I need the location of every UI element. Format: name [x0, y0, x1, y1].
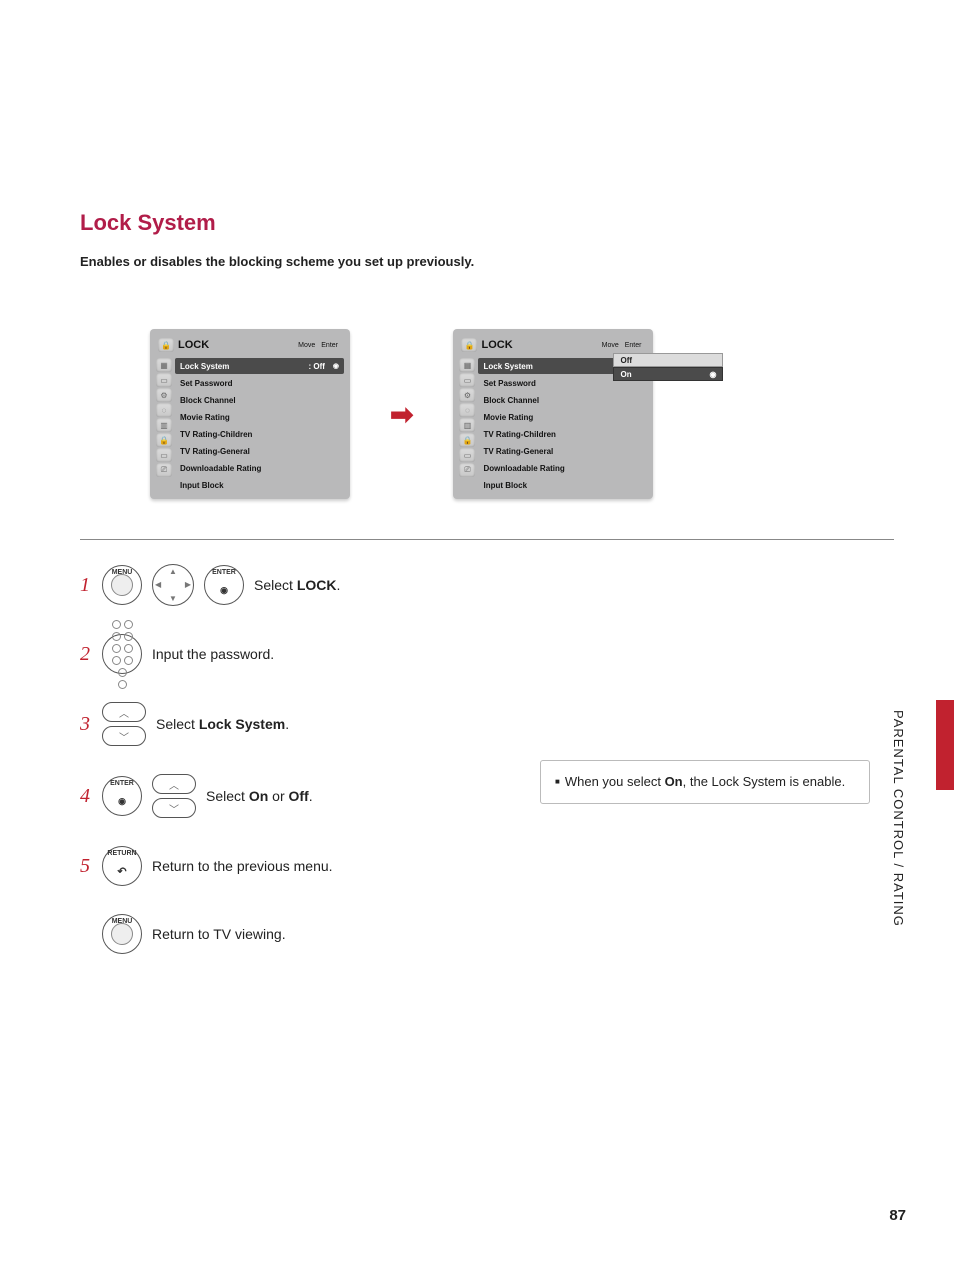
osd-item[interactable]: Input Block — [175, 477, 344, 493]
menu-icon: ▭ — [459, 448, 475, 462]
menu-icon: ◌ — [156, 403, 172, 417]
step-text: Return to TV viewing. — [152, 926, 286, 942]
osd-header-title: LOCK — [178, 339, 209, 351]
menu-icon: 🔒 — [459, 433, 475, 447]
section-divider — [80, 539, 894, 540]
step-text: Select Lock System. — [156, 716, 289, 732]
menu-icon: ⎚ — [459, 463, 475, 477]
number-keypad-button[interactable] — [102, 634, 142, 674]
osd-hint-enter: Enter — [625, 342, 642, 349]
osd-hint-enter: Enter — [321, 342, 338, 349]
osd-item[interactable]: Movie Rating — [175, 409, 344, 425]
menu-icon: ▦ — [459, 358, 475, 372]
arrow-right-icon: ➡ — [390, 398, 413, 431]
osd-item-lock-system[interactable]: Lock System : Off ◉ — [175, 358, 344, 374]
menu-icon: 🔒 — [156, 433, 172, 447]
steps-list: 1 MENU ▲▼ ◀▶ ENTER ◉ Select LOCK. 2 — [80, 564, 894, 954]
menu-icon: ▭ — [156, 373, 172, 387]
menu-icon: ▥ — [156, 418, 172, 432]
osd-item[interactable]: TV Rating-General — [175, 443, 344, 459]
menu-icon: ⚙ — [459, 388, 475, 402]
menu-button[interactable]: MENU — [102, 565, 142, 605]
step-number: 1 — [80, 574, 92, 597]
lock-icon: 🔒 — [461, 338, 477, 352]
step-number: 4 — [80, 785, 92, 808]
osd-item[interactable]: Movie Rating — [478, 409, 647, 425]
dpad-button[interactable]: ▲▼ ◀▶ — [152, 564, 194, 606]
up-down-button[interactable]: ︿ ﹀ — [102, 702, 146, 746]
step-text: Return to the previous menu. — [152, 858, 333, 874]
step-number: 5 — [80, 855, 92, 878]
osd-hint-move: Move — [298, 342, 315, 349]
up-down-button[interactable]: ︿ ﹀ — [152, 774, 196, 818]
menu-icon: ▦ — [156, 358, 172, 372]
menu-icon: ◌ — [459, 403, 475, 417]
osd-item[interactable]: Downloadable Rating — [175, 460, 344, 476]
menu-icon: ▭ — [156, 448, 172, 462]
side-tab — [936, 700, 954, 790]
osd-item[interactable]: TV Rating-Children — [478, 426, 647, 442]
bullet-icon: ■ — [555, 777, 560, 786]
page-subtitle: Enables or disables the blocking scheme … — [80, 254, 894, 269]
enter-button[interactable]: ENTER ◉ — [204, 565, 244, 605]
page-title: Lock System — [80, 210, 894, 236]
menu-icon: ▥ — [459, 418, 475, 432]
return-button[interactable]: RETURN ↶ — [102, 846, 142, 886]
osd-item[interactable]: TV Rating-Children — [175, 426, 344, 442]
selected-dot-icon: ◉ — [333, 362, 339, 370]
osd-menu-before: 🔒 LOCK Move Enter ▦ ▭ ⚙ ◌ ▥ 🔒 ▭ ⎚ — [150, 329, 350, 499]
osd-header-title: LOCK — [481, 339, 512, 351]
osd-item[interactable]: Input Block — [478, 477, 647, 493]
lock-icon: 🔒 — [158, 338, 174, 352]
menu-icon: ⚙ — [156, 388, 172, 402]
osd-row: 🔒 LOCK Move Enter ▦ ▭ ⚙ ◌ ▥ 🔒 ▭ ⎚ — [150, 329, 894, 499]
step-text: Select LOCK. — [254, 577, 340, 593]
osd-item[interactable]: Block Channel — [175, 392, 344, 408]
step-number: 2 — [80, 643, 92, 666]
osd-item[interactable]: Downloadable Rating — [478, 460, 647, 476]
menu-icon: ⎚ — [156, 463, 172, 477]
side-section-label: PARENTAL CONTROL / RATING — [891, 710, 906, 927]
popup-option-on[interactable]: On ◉ — [613, 367, 723, 381]
step-text: Select On or Off. — [206, 788, 313, 804]
menu-button[interactable]: MENU — [102, 914, 142, 954]
osd-item[interactable]: TV Rating-General — [478, 443, 647, 459]
note-box: ■When you select On, the Lock System is … — [540, 760, 870, 804]
step-text: Input the password. — [152, 646, 274, 662]
selected-dot-icon: ◉ — [709, 370, 716, 379]
osd-item[interactable]: Block Channel — [478, 392, 647, 408]
enter-button[interactable]: ENTER ◉ — [102, 776, 142, 816]
popup-option-off[interactable]: Off — [613, 353, 723, 367]
step-number: 3 — [80, 713, 92, 736]
menu-icon: ▭ — [459, 373, 475, 387]
osd-item[interactable]: Set Password — [175, 375, 344, 391]
osd-hint-move: Move — [602, 342, 619, 349]
page-number: 87 — [889, 1207, 906, 1224]
